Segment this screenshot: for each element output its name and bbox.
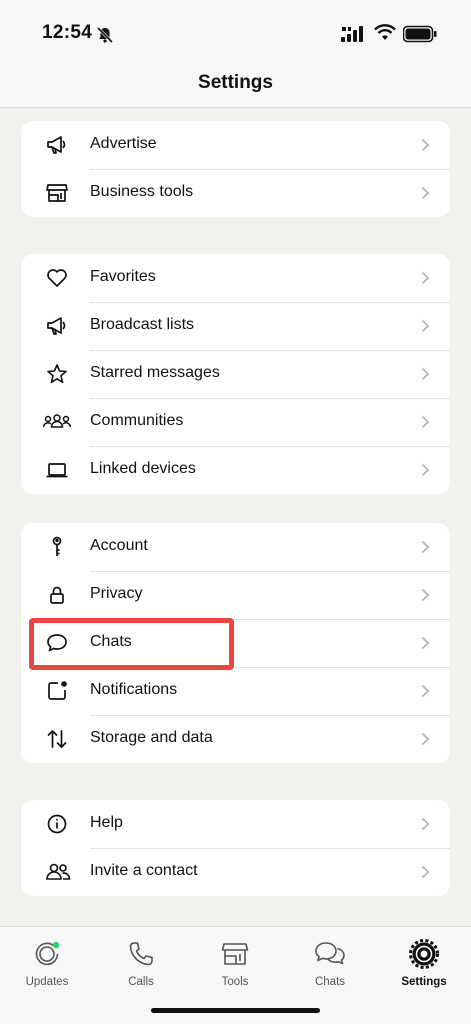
chevron-right-icon: [421, 367, 430, 381]
status-time: 12:54: [42, 22, 93, 43]
settings-row-communities[interactable]: Communities: [21, 398, 450, 446]
megaphone-icon: [47, 317, 66, 335]
settings-row-storage-and-data[interactable]: Storage and data: [21, 715, 450, 763]
key-icon: [52, 536, 62, 556]
chevron-right-icon: [421, 186, 430, 200]
page-title: Settings: [198, 72, 273, 93]
lock-icon: [50, 586, 64, 604]
navigation-bar: Settings: [0, 60, 471, 108]
tab-label: Updates: [25, 976, 69, 988]
settings-row-help[interactable]: Help: [21, 800, 450, 848]
chevron-right-icon: [421, 319, 430, 333]
battery-icon: [403, 25, 437, 43]
updates-icon: [35, 941, 60, 966]
settings-row-label: Advertise: [90, 135, 157, 152]
settings-group-support: Help Invite a contact: [21, 800, 450, 896]
settings-row-invite-a-contact[interactable]: Invite a contact: [21, 848, 450, 896]
chevron-right-icon: [421, 271, 430, 285]
settings-row-label: Invite a contact: [90, 862, 198, 879]
settings-row-label: Notifications: [90, 681, 178, 698]
chevron-right-icon: [421, 540, 430, 554]
chevron-right-icon: [421, 415, 430, 429]
settings-row-label: Privacy: [90, 585, 143, 602]
tab-label: Tools: [221, 976, 249, 988]
tab-tools[interactable]: Tools: [195, 939, 275, 995]
settings-row-linked-devices[interactable]: Linked devices: [21, 446, 450, 494]
phone-icon: [129, 942, 153, 966]
storefront-icon: [221, 943, 249, 965]
settings-group-lists: Favorites Broadcast lists Starred messag…: [21, 254, 450, 494]
star-icon: [47, 364, 67, 384]
chevron-right-icon: [421, 817, 430, 831]
tab-label: Settings: [401, 976, 447, 988]
chevron-right-icon: [421, 636, 430, 650]
chevron-right-icon: [421, 684, 430, 698]
settings-row-label: Favorites: [90, 268, 156, 285]
tab-label: Calls: [128, 976, 154, 988]
tab-updates[interactable]: Updates: [7, 939, 87, 995]
laptop-icon: [46, 463, 68, 478]
tab-calls[interactable]: Calls: [101, 939, 181, 995]
chevron-right-icon: [421, 865, 430, 879]
settings-row-label: Business tools: [90, 183, 194, 200]
chats-icon: [315, 942, 345, 965]
bell-muted-icon: [96, 26, 114, 44]
notification-icon: [48, 681, 67, 700]
settings-row-label: Chats: [90, 633, 132, 650]
info-icon: [47, 814, 67, 834]
settings-row-label: Account: [90, 537, 148, 554]
settings-row-starred-messages[interactable]: Starred messages: [21, 350, 450, 398]
settings-row-account[interactable]: Account: [21, 523, 450, 571]
settings-row-chats[interactable]: Chats: [21, 619, 450, 667]
status-bar: 12:54: [0, 0, 471, 60]
tab-label: Chats: [314, 976, 346, 988]
chevron-right-icon: [421, 732, 430, 746]
chat-bubble-icon: [47, 634, 67, 652]
chevron-right-icon: [421, 463, 430, 477]
settings-row-label: Communities: [90, 412, 184, 429]
settings-row-advertise[interactable]: Advertise: [21, 121, 450, 169]
cellular-signal-icon: [341, 26, 363, 42]
settings-row-label: Help: [90, 814, 123, 831]
settings-row-label: Starred messages: [90, 364, 220, 381]
settings-group-account: Account Privacy Chats Notifications Stor…: [21, 523, 450, 763]
gear-icon: [409, 939, 439, 969]
home-indicator[interactable]: [151, 1008, 320, 1013]
communities-icon: [43, 414, 71, 428]
tab-settings[interactable]: Settings: [384, 939, 464, 995]
settings-row-label: Storage and data: [90, 729, 213, 746]
megaphone-icon: [47, 136, 66, 154]
settings-row-notifications[interactable]: Notifications: [21, 667, 450, 715]
heart-icon: [47, 269, 67, 287]
settings-group-business: Advertise Business tools: [21, 121, 450, 217]
people-icon: [46, 863, 71, 880]
up-down-arrows-icon: [47, 730, 67, 748]
settings-row-business-tools[interactable]: Business tools: [21, 169, 450, 217]
settings-row-broadcast-lists[interactable]: Broadcast lists: [21, 302, 450, 350]
settings-row-privacy[interactable]: Privacy: [21, 571, 450, 619]
tab-chats[interactable]: Chats: [290, 939, 370, 995]
wifi-icon: [374, 24, 396, 40]
chevron-right-icon: [421, 588, 430, 602]
settings-row-label: Broadcast lists: [90, 316, 195, 333]
chevron-right-icon: [421, 138, 430, 152]
settings-row-label: Linked devices: [90, 460, 196, 477]
storefront-icon: [46, 184, 68, 202]
settings-row-favorites[interactable]: Favorites: [21, 254, 450, 302]
